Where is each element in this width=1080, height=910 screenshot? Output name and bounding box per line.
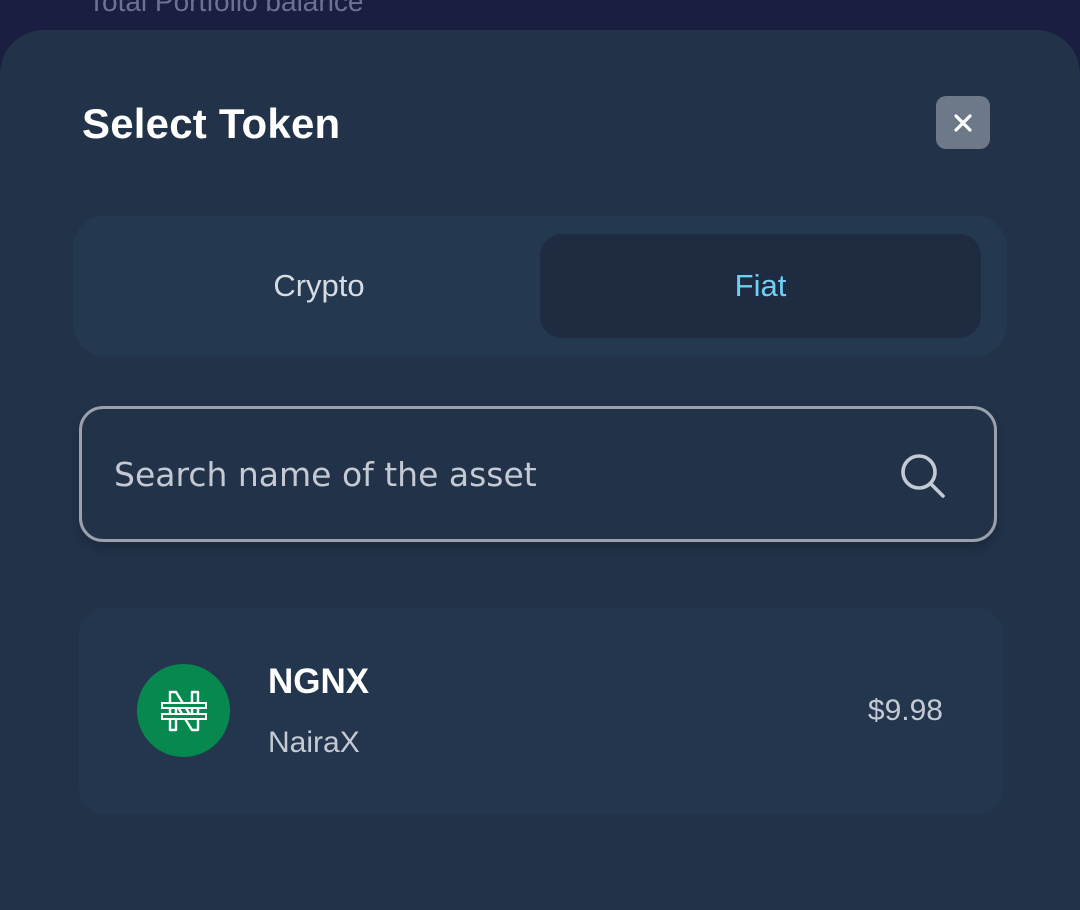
token-name: NairaX — [268, 726, 360, 759]
tab-crypto[interactable]: Crypto — [99, 234, 539, 338]
search-box — [79, 406, 997, 542]
close-button[interactable] — [936, 96, 990, 149]
search-icon[interactable] — [898, 451, 948, 501]
select-token-modal: Select Token Crypto Fiat NGNX — [0, 30, 1080, 910]
close-icon — [954, 113, 972, 132]
search-input[interactable] — [114, 409, 874, 539]
modal-title: Select Token — [82, 100, 341, 147]
naira-icon — [137, 664, 230, 757]
portfolio-balance-label: Total Portfolio balance — [88, 0, 364, 17]
token-value: $9.98 — [867, 694, 943, 727]
token-type-tabs: Crypto Fiat — [73, 216, 1007, 356]
tab-fiat[interactable]: Fiat — [540, 234, 981, 338]
token-row-ngnx[interactable]: NGNX NairaX $9.98 — [79, 608, 1003, 814]
token-symbol: NGNX — [268, 662, 370, 701]
